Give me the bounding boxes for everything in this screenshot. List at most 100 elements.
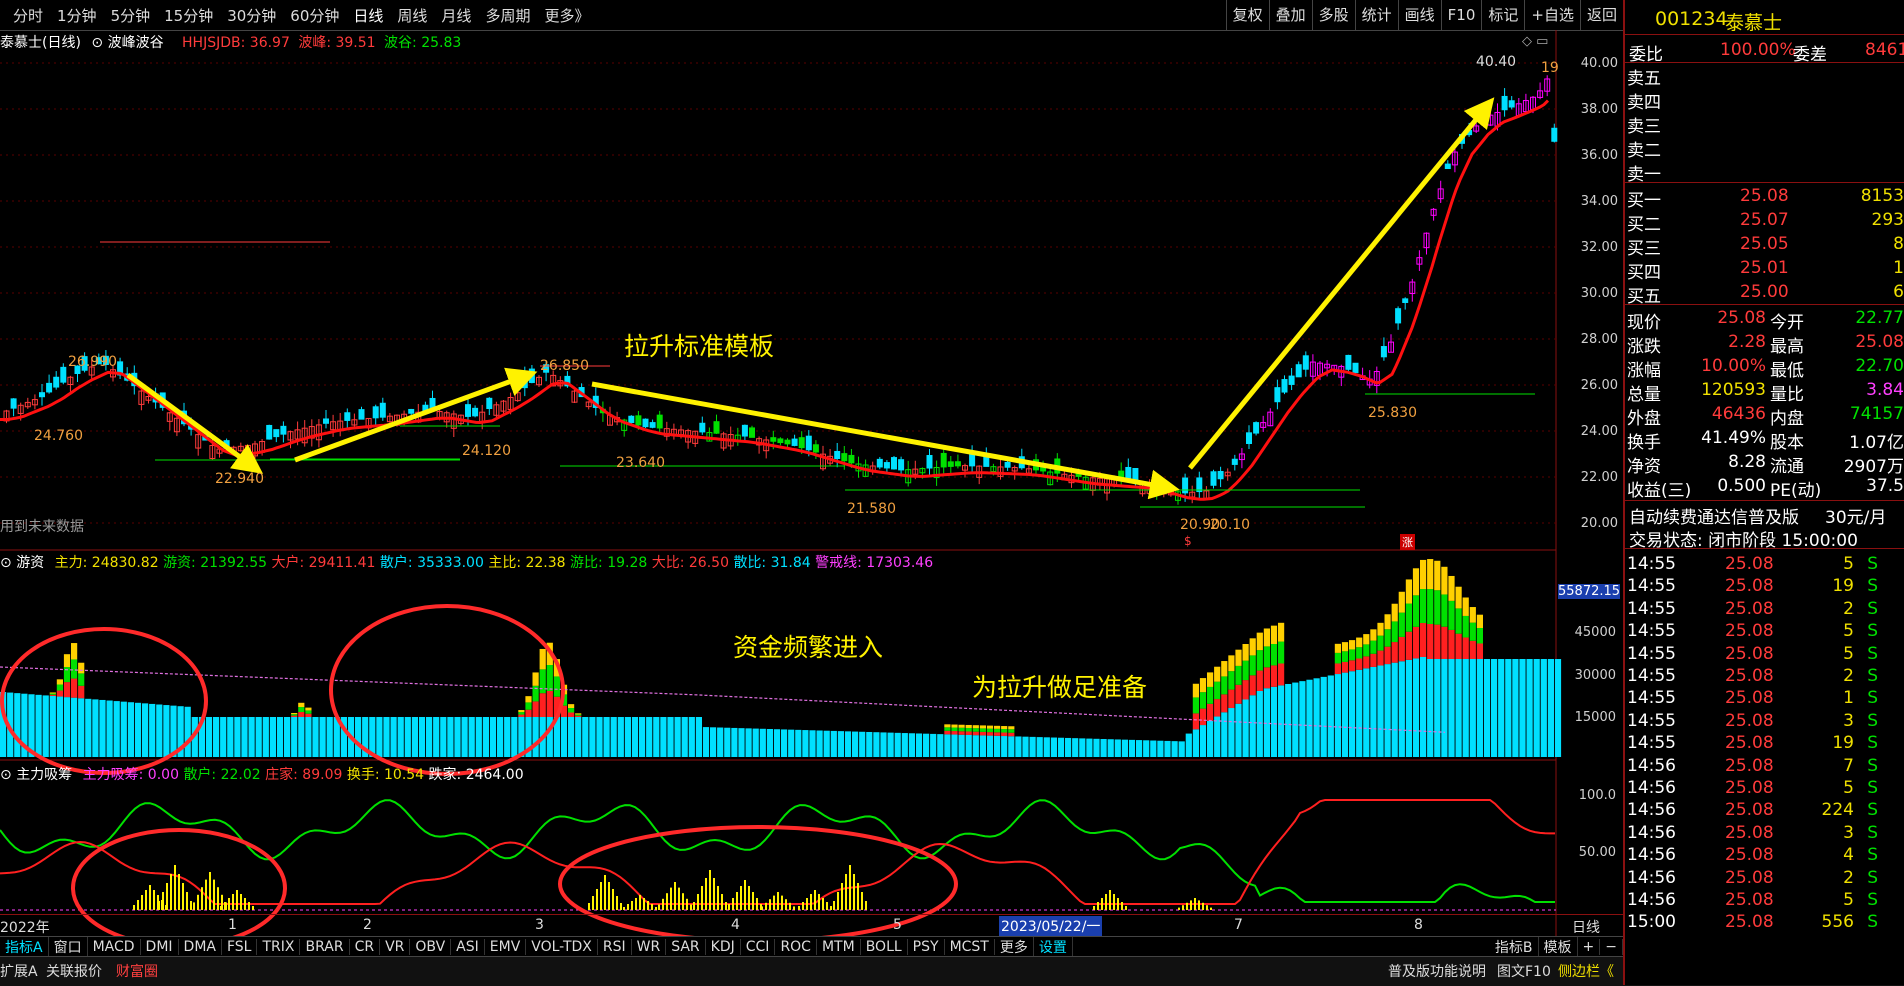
indicator-tab[interactable]: ASI <box>451 939 485 955</box>
flow-bar-green <box>56 684 63 691</box>
indicator-tab[interactable]: 设置 <box>1034 937 1073 957</box>
flow-bar <box>220 717 227 757</box>
candle-body <box>1395 308 1402 324</box>
back-button[interactable]: 返回 <box>1579 0 1623 30</box>
pane-toggle-icon[interactable]: ⊙ <box>0 767 12 783</box>
period-15min[interactable]: 15分钟 <box>164 5 213 26</box>
indicator-tab[interactable]: 指标A <box>0 937 49 957</box>
draw-line-button[interactable]: 画线 <box>1397 0 1441 30</box>
indicator-tab[interactable]: ROC <box>775 939 817 955</box>
indicator-tab[interactable]: SAR <box>666 939 706 955</box>
indicator-b-tab[interactable]: − <box>1600 939 1623 955</box>
flow-bar-red <box>1377 650 1384 666</box>
f10-link[interactable]: 图文F10 <box>1497 961 1551 981</box>
flow-bar <box>1341 672 1349 757</box>
indicator-b-tab[interactable]: 模板 <box>1539 937 1578 957</box>
indicator-tab[interactable]: OBV <box>410 939 452 955</box>
wealth-circle-button[interactable]: 财富圈 <box>116 961 158 981</box>
flow-bar-red <box>546 691 553 717</box>
fuquan-button[interactable]: 复权 <box>1225 0 1269 30</box>
flow-bar <box>972 735 979 757</box>
accumulation-indicator-name[interactable]: 主力吸筹 <box>16 767 72 783</box>
indicator-tab[interactable]: VR <box>380 939 411 955</box>
indicator-tab[interactable]: KDJ <box>706 939 741 955</box>
flow-bar-yellow <box>1405 579 1412 604</box>
indicator-tab[interactable]: EMV <box>485 939 527 955</box>
candle-body <box>1231 458 1238 465</box>
indicator-tab[interactable]: WR <box>632 939 667 955</box>
flow-bar-red <box>298 712 305 717</box>
candle-body <box>777 438 784 444</box>
legend-dahu: 大户: 29411.41 <box>271 555 376 571</box>
multi-stock-button[interactable]: 多股 <box>1311 0 1355 30</box>
buy-row: 买三 25.05 8 <box>1625 232 1904 259</box>
period-multi[interactable]: 多周期 <box>485 5 530 26</box>
mark-button[interactable]: 标记 <box>1481 0 1524 30</box>
flow-bar-green <box>1370 640 1377 654</box>
flow-bar-yellow <box>951 724 958 728</box>
indicator-tab[interactable]: CCI <box>741 939 776 955</box>
flow-bar <box>1441 659 1448 757</box>
indicator-tab[interactable]: BOLL <box>861 939 908 955</box>
add-watchlist-button[interactable]: +自选 <box>1524 0 1580 30</box>
sidebar-toggle[interactable]: 侧边栏《 <box>1558 961 1614 981</box>
overlay-button[interactable]: 叠加 <box>1268 0 1312 30</box>
annotation-template: 拉升标准模板 <box>624 332 775 361</box>
flow-bar-yellow <box>1370 629 1377 641</box>
flow-bar <box>1292 682 1299 757</box>
candle-body <box>883 462 890 469</box>
pane-toggle-icon[interactable]: ⊙ <box>0 555 12 571</box>
flow-bar-red <box>1384 646 1391 665</box>
indicator-tab[interactable]: VOL-TDX <box>526 939 598 955</box>
indicator-tab[interactable]: TRIX <box>257 939 301 955</box>
related-quote-button[interactable]: 关联报价 <box>46 961 102 981</box>
indicator-tab[interactable]: MCST <box>945 939 995 955</box>
extend-button[interactable]: 扩展A <box>0 961 38 981</box>
period-more[interactable]: 更多》 <box>544 5 589 26</box>
flow-bar <box>205 717 213 757</box>
promo-row[interactable]: 自动续费通达信普及版 30元/月 <box>1625 500 1904 528</box>
settings-icons[interactable]: ◇ ▭ <box>1522 34 1548 49</box>
period-monthly[interactable]: 月线 <box>441 5 471 26</box>
flow-bar <box>78 698 85 757</box>
indicator-tab[interactable]: PSY <box>908 939 945 955</box>
indicator-tab[interactable]: DMA <box>179 939 222 955</box>
f10-button[interactable]: F10 <box>1440 0 1482 30</box>
indicator-b-tab[interactable]: 指标B <box>1490 937 1539 957</box>
indicator-b-tab[interactable]: + <box>1578 939 1601 955</box>
tick-side: S <box>1867 778 1878 798</box>
indicator-tab[interactable]: BRAR <box>300 939 350 955</box>
flow-bar-red <box>1341 661 1349 673</box>
sell-row: 卖五 <box>1625 62 1904 89</box>
flow-bar <box>702 727 710 757</box>
indicator-tab[interactable]: 更多 <box>995 937 1034 957</box>
indicator-tab[interactable]: 窗口 <box>49 937 88 957</box>
indicator-tab[interactable]: MTM <box>817 939 861 955</box>
period-fenshi[interactable]: 分时 <box>13 5 43 26</box>
indicator-tab[interactable]: RSI <box>598 939 632 955</box>
candle-body <box>1210 471 1217 486</box>
flow-bar <box>958 734 965 757</box>
legend-sanhu: 散户: 35333.00 <box>379 555 484 571</box>
period-30min[interactable]: 30分钟 <box>227 5 276 26</box>
capital-indicator-name[interactable]: 游资 <box>16 555 44 571</box>
flow-bar-red <box>1256 670 1263 691</box>
flow-bar <box>482 717 489 757</box>
flow-bar-red <box>1412 626 1420 659</box>
candle-body <box>1551 127 1558 142</box>
flow-bar <box>1249 695 1256 757</box>
help-link[interactable]: 普及版功能说明 <box>1388 961 1486 981</box>
indicator-tab[interactable]: FSL <box>222 939 258 955</box>
tick-row: 14:55 25.08 19 S <box>1625 574 1904 598</box>
indicator-tab[interactable]: DMI <box>141 939 179 955</box>
period-60min[interactable]: 60分钟 <box>290 5 339 26</box>
period-1min[interactable]: 1分钟 <box>57 5 97 26</box>
stats-button[interactable]: 统计 <box>1354 0 1398 30</box>
stat-value: 0.500 <box>1717 476 1766 496</box>
period-weekly[interactable]: 周线 <box>397 5 427 26</box>
indicator-tab[interactable]: MACD <box>88 939 141 955</box>
period-daily[interactable]: 日线 <box>353 5 383 26</box>
indicator-tab[interactable]: CR <box>350 939 381 955</box>
flow-bar <box>1526 659 1533 757</box>
period-5min[interactable]: 5分钟 <box>111 5 151 26</box>
